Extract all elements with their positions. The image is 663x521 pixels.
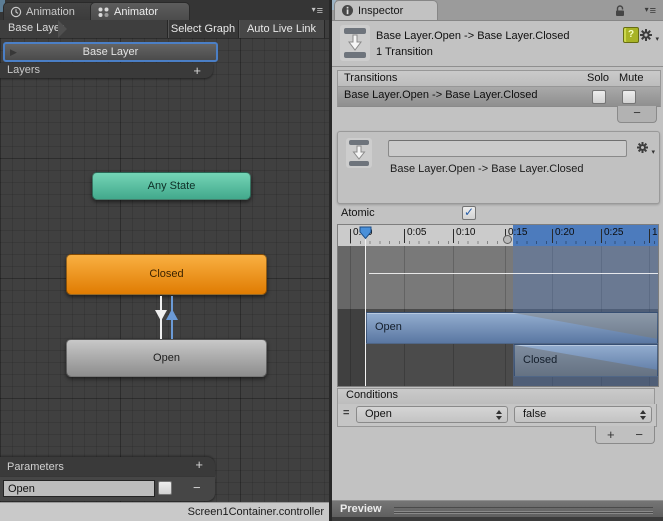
- transition-marker-icon[interactable]: [503, 235, 512, 244]
- foldout-triangle-icon[interactable]: ▶: [10, 44, 17, 60]
- tab-animation[interactable]: Animation: [3, 2, 101, 20]
- controller-path-label: Screen1Container.controller: [187, 506, 324, 518]
- add-parameter-button[interactable]: +: [195, 457, 203, 472]
- transitions-header-label: Transitions: [344, 72, 398, 84]
- gear-dropdown-arrow: ▾: [651, 149, 655, 156]
- conditions-header-label: Conditions: [346, 389, 398, 401]
- preview-label: Preview: [340, 503, 382, 515]
- animator-panel: Animation Animator ▾≡ Base Layer Select …: [0, 0, 329, 521]
- inspector-subtitle: 1 Transition: [376, 46, 433, 58]
- breadcrumb[interactable]: Base Layer: [8, 22, 64, 34]
- condition-parameter-dropdown[interactable]: Open: [356, 406, 508, 423]
- tab-inspector-label: Inspector: [358, 4, 404, 17]
- select-graph-button[interactable]: Select Graph: [167, 20, 238, 38]
- preview-drag-handle-icon[interactable]: [394, 507, 653, 513]
- layer-item-base-layer[interactable]: ▶ Base Layer: [3, 42, 218, 62]
- condition-value: false: [523, 408, 547, 420]
- remove-condition-button[interactable]: −: [635, 427, 643, 442]
- tab-inspector[interactable]: Inspector: [334, 0, 438, 20]
- transition-arrowhead-up-icon: [166, 309, 178, 320]
- condition-parameter-value: Open: [365, 408, 392, 420]
- mute-column-label: Mute: [619, 72, 644, 84]
- unity-editor-window: Animation Animator ▾≡ Base Layer Select …: [0, 0, 663, 521]
- layers-header[interactable]: Layers +: [0, 63, 213, 78]
- menu-lines-glyph: ≡: [316, 5, 324, 17]
- dropdown-arrows-icon: [496, 410, 502, 420]
- duration-line: [369, 273, 658, 274]
- conditions-list: = Open false: [337, 404, 657, 427]
- transition-detail-label: Base Layer.Open -> Base Layer.Closed: [390, 163, 584, 175]
- inspector-pane-menu-icon[interactable]: ▾≡: [645, 5, 657, 17]
- atomic-checkbox[interactable]: ✓: [462, 206, 476, 220]
- timeline-body: Open Closed: [338, 246, 658, 386]
- animator-pane-menu-icon[interactable]: ▾≡: [312, 5, 324, 17]
- transition-detail-box: ▾ Base Layer.Open -> Base Layer.Closed: [337, 131, 660, 204]
- animator-tab-strip: Animation Animator ▾≡: [0, 0, 329, 21]
- question-glyph: ?: [627, 29, 635, 40]
- header-separator: [332, 66, 663, 67]
- layers-header-label: Layers: [7, 64, 41, 76]
- gear-icon[interactable]: ▾: [639, 28, 659, 45]
- auto-live-link-button[interactable]: Auto Live Link: [238, 20, 325, 38]
- transitions-footer: −: [617, 106, 657, 123]
- clock-icon: [10, 6, 22, 17]
- mute-checkbox[interactable]: [622, 90, 636, 104]
- node-open[interactable]: Open: [66, 339, 267, 377]
- menu-lines-glyph: ≡: [649, 5, 657, 17]
- open-fadeout-wedge: [514, 313, 657, 339]
- layer-item-label: Base Layer: [82, 46, 139, 58]
- drag-handle-icon[interactable]: =: [343, 407, 349, 419]
- add-condition-button[interactable]: +: [607, 427, 615, 442]
- closed-bar-label: Closed: [523, 354, 558, 366]
- transition-name-field[interactable]: [388, 140, 627, 157]
- solo-column-label: Solo: [587, 72, 610, 84]
- info-icon: [342, 5, 353, 16]
- conditions-footer: + −: [595, 426, 655, 444]
- closed-clip-bar[interactable]: Closed: [514, 344, 658, 377]
- animator-status-bar: Screen1Container.controller: [0, 502, 329, 521]
- help-icon[interactable]: ?: [623, 27, 639, 43]
- node-any-state[interactable]: Any State: [92, 172, 251, 200]
- tab-animation-label: Animation: [26, 5, 75, 18]
- parameter-row: −: [0, 477, 215, 501]
- transition-icon-small: [346, 138, 372, 168]
- playhead-line: [365, 237, 366, 386]
- inspector-tab-strip: Inspector ▾≡: [332, 0, 663, 21]
- animator-toolbar: Base Layer Select Graph Auto Live Link: [0, 20, 329, 39]
- transition-icon: [340, 25, 370, 61]
- transition-timeline: 0:00 0:05 0:10 0:15 0:20 0:25 1: [337, 224, 659, 387]
- open-clip-bar[interactable]: Open: [366, 312, 658, 344]
- parameter-bool-checkbox[interactable]: [158, 481, 172, 495]
- transitions-list-header: Transitions Solo Mute: [337, 70, 661, 87]
- check-icon: ✓: [463, 205, 475, 219]
- parameter-name-field[interactable]: [3, 480, 155, 497]
- conditions-header: Conditions: [337, 388, 655, 405]
- parameters-header-label: Parameters: [7, 461, 64, 473]
- parameters-header[interactable]: Parameters +: [0, 457, 215, 477]
- playhead-icon[interactable]: [359, 226, 372, 240]
- tab-animator-label: Animator: [114, 5, 159, 18]
- node-closed[interactable]: Closed: [66, 254, 267, 295]
- open-bar-label: Open: [375, 321, 402, 333]
- transition-row-label: Base Layer.Open -> Base Layer.Closed: [344, 89, 538, 101]
- remove-parameter-button[interactable]: −: [193, 480, 201, 495]
- gear-dropdown-arrow: ▾: [655, 36, 659, 43]
- animator-nodes-icon: [98, 7, 109, 17]
- inspector-title: Base Layer.Open -> Base Layer.Closed: [376, 30, 570, 42]
- lock-icon[interactable]: [614, 4, 626, 17]
- inspector-panel: Inspector ▾≡ Base Layer.Open -> Base Lay…: [332, 0, 663, 521]
- solo-checkbox[interactable]: [592, 90, 606, 104]
- tab-animator[interactable]: Animator: [90, 2, 190, 20]
- add-layer-button[interactable]: +: [193, 63, 201, 78]
- timeline-left-gutter: [338, 246, 365, 386]
- condition-value-dropdown[interactable]: false: [514, 406, 652, 423]
- remove-transition-button[interactable]: −: [633, 105, 641, 120]
- gear-icon-small[interactable]: ▾: [636, 141, 655, 157]
- timeline-ruler[interactable]: 0:00 0:05 0:10 0:15 0:20 0:25 1: [338, 225, 658, 247]
- bottom-strip: [332, 517, 663, 521]
- atomic-label: Atomic: [341, 207, 375, 219]
- dropdown-arrows-icon: [640, 410, 646, 420]
- breadcrumb-chevron-icon: [58, 20, 67, 38]
- transition-list-row[interactable]: Base Layer.Open -> Base Layer.Closed: [337, 87, 661, 107]
